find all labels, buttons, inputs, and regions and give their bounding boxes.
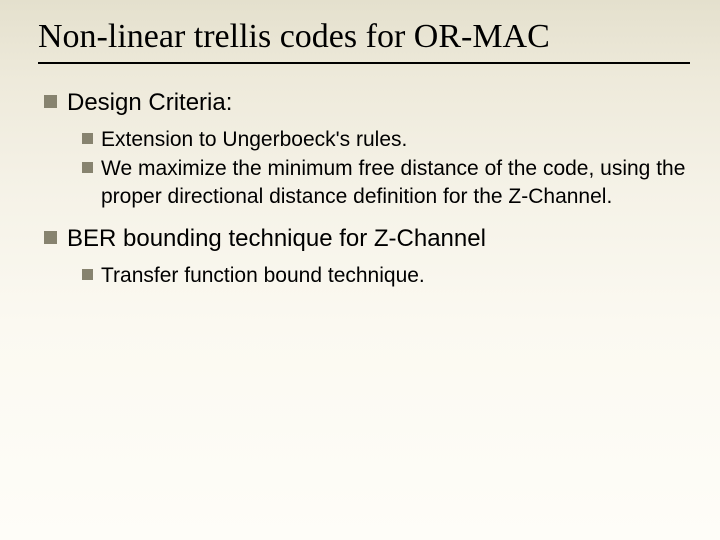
- slide: Non-linear trellis codes for OR-MAC Desi…: [0, 0, 720, 540]
- list-item-label: Transfer function bound technique.: [101, 262, 425, 289]
- square-bullet-icon: [82, 133, 93, 144]
- slide-title: Non-linear trellis codes for OR-MAC: [38, 18, 690, 64]
- sublist: Transfer function bound technique.: [82, 262, 690, 289]
- square-bullet-icon: [44, 95, 57, 108]
- list-item-label: We maximize the minimum free distance of…: [101, 155, 690, 210]
- list-item: Design Criteria:: [44, 88, 690, 118]
- sublist: Extension to Ungerboeck's rules. We maxi…: [82, 126, 690, 210]
- square-bullet-icon: [82, 269, 93, 280]
- square-bullet-icon: [82, 162, 93, 173]
- list-item-label: Extension to Ungerboeck's rules.: [101, 126, 407, 153]
- list-item: BER bounding technique for Z-Channel: [44, 224, 690, 254]
- square-bullet-icon: [44, 231, 57, 244]
- list-item: Transfer function bound technique.: [82, 262, 690, 289]
- list-item-label: BER bounding technique for Z-Channel: [67, 224, 486, 254]
- list-item: We maximize the minimum free distance of…: [82, 155, 690, 210]
- list-item-label: Design Criteria:: [67, 88, 232, 118]
- list-item: Extension to Ungerboeck's rules.: [82, 126, 690, 153]
